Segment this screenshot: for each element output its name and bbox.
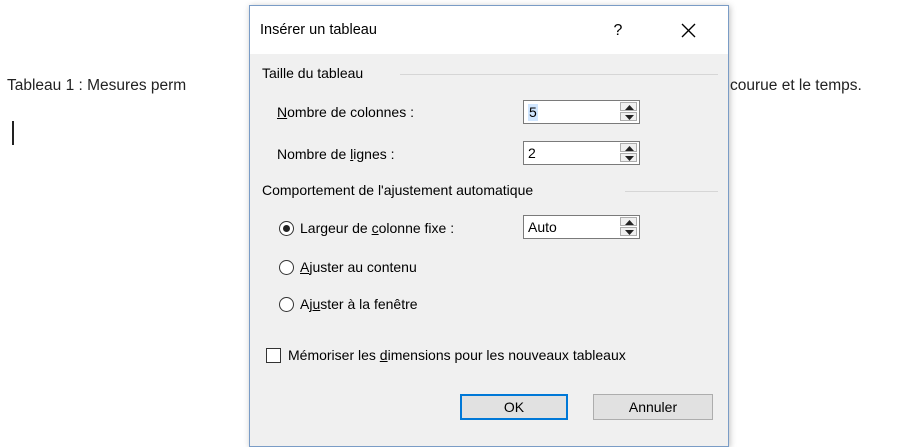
rows-label: Nombre de lignes : [277, 146, 395, 162]
fit-window-radio[interactable] [279, 297, 294, 312]
spin-down-icon [625, 115, 634, 120]
rows-spinner [523, 141, 640, 165]
spin-down-icon [625, 156, 634, 161]
columns-spinner: 5 [523, 100, 640, 124]
rows-field[interactable] [528, 144, 614, 162]
autofit-separator [625, 191, 718, 192]
rows-decrement-button[interactable] [620, 153, 637, 162]
dialog-title: Insérer un tableau [260, 22, 377, 38]
table-size-separator [400, 74, 718, 75]
column-width-field[interactable] [528, 218, 614, 236]
fixed-width-label[interactable]: Largeur de colonne fixe : [300, 220, 454, 236]
close-button[interactable] [670, 14, 706, 46]
fit-contents-label[interactable]: Ajuster au contenu [300, 259, 417, 275]
table-size-heading: Taille du tableau [262, 65, 364, 81]
ok-button[interactable]: OK [460, 394, 568, 420]
autofit-heading: Comportement de l'ajustement automatique [262, 182, 534, 198]
insert-table-dialog: Insérer un tableau ? Taille du tableau N… [249, 5, 729, 447]
fit-window-label[interactable]: Ajuster à la fenêtre [300, 296, 418, 312]
cancel-button[interactable]: Annuler [593, 394, 713, 420]
remember-dimensions-label[interactable]: Mémoriser les dimensions pour les nouvea… [288, 347, 626, 363]
document-caption-right: courue et le temps. [730, 77, 862, 94]
close-icon [681, 23, 696, 38]
fixed-width-radio[interactable] [279, 221, 294, 236]
fit-contents-radio[interactable] [279, 260, 294, 275]
columns-label: Nombre de colonnes : [277, 104, 414, 120]
document-caption-left: Tableau 1 : Mesures perm [7, 77, 187, 94]
rows-increment-button[interactable] [620, 143, 637, 152]
spin-up-icon [625, 105, 634, 110]
column-width-increment-button[interactable] [620, 217, 637, 226]
columns-field[interactable]: 5 [528, 104, 538, 121]
columns-increment-button[interactable] [620, 102, 637, 111]
columns-decrement-button[interactable] [620, 112, 637, 121]
dialog-titlebar[interactable]: Insérer un tableau ? [250, 6, 728, 54]
spin-down-icon [625, 230, 634, 235]
remember-dimensions-checkbox[interactable] [266, 348, 281, 363]
column-width-spinner [523, 215, 640, 239]
help-button[interactable]: ? [603, 16, 633, 46]
text-cursor [12, 121, 14, 145]
spin-up-icon [625, 146, 634, 151]
column-width-decrement-button[interactable] [620, 227, 637, 236]
spin-up-icon [625, 220, 634, 225]
